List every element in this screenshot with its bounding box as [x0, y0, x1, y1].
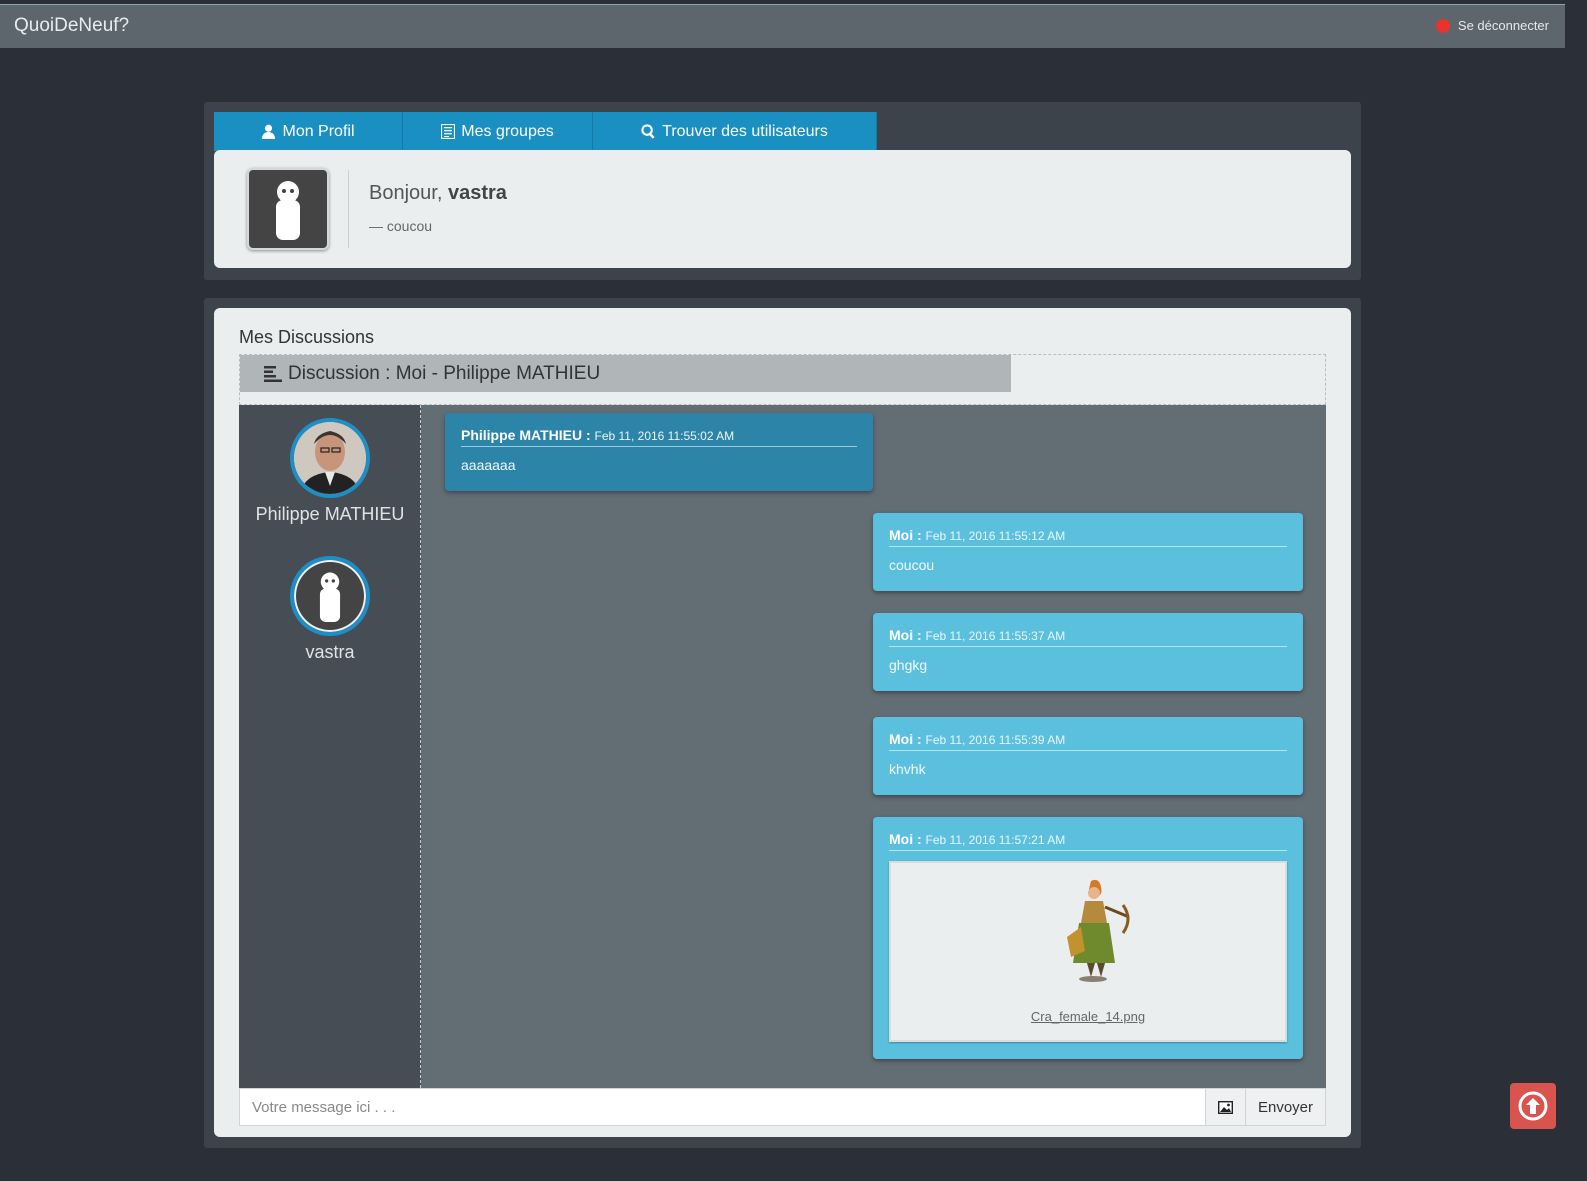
- username: vastra: [447, 182, 507, 204]
- message: Moi : Feb 11, 2016 11:55:37 AM ghgkg: [873, 613, 1303, 691]
- section-title: Mes Discussions: [239, 327, 375, 347]
- discussions-card: Mes Discussions Discussion : Moi - Phili…: [214, 308, 1351, 1137]
- tab-label: Trouver des utilisateurs: [662, 122, 828, 140]
- message-author: Moi :: [889, 731, 922, 747]
- message-input[interactable]: [240, 1089, 1205, 1125]
- divider: [348, 170, 349, 248]
- message-time: Feb 11, 2016 11:55:12 AM: [925, 529, 1066, 543]
- message: Moi : Feb 11, 2016 11:55:39 AM khvhk: [873, 717, 1303, 795]
- default-avatar-icon: [319, 572, 341, 622]
- message-header: Moi : Feb 11, 2016 11:55:12 AM: [889, 527, 1287, 547]
- member-vastra[interactable]: vastra: [239, 556, 421, 662]
- message-header: Philippe MATHIEU : Feb 11, 2016 11:55:02…: [461, 427, 857, 447]
- message-author: Moi :: [889, 831, 922, 847]
- message-text: ghgkg: [889, 657, 928, 673]
- message-with-attachment: Moi : Feb 11, 2016 11:57:21 AM Cra_femal…: [873, 817, 1303, 1059]
- member-philippe[interactable]: Philippe MATHIEU: [239, 418, 421, 524]
- send-button[interactable]: Envoyer: [1245, 1089, 1325, 1125]
- message-header: Moi : Feb 11, 2016 11:55:39 AM: [889, 731, 1287, 751]
- main-tabs: Mon Profil Mes groupes Trouver des utili…: [214, 112, 877, 151]
- message-text: khvhk: [889, 761, 926, 777]
- discussions-panel: Mes Discussions Discussion : Moi - Phili…: [204, 298, 1361, 1148]
- message-author: Moi :: [889, 627, 922, 643]
- discussion-header[interactable]: Discussion : Moi - Philippe MATHIEU: [240, 355, 1011, 392]
- message: Philippe MATHIEU : Feb 11, 2016 11:55:02…: [445, 413, 873, 491]
- tab-label: Mes groupes: [461, 122, 554, 140]
- greeting: Bonjour, vastra: [369, 182, 507, 205]
- member-name: vastra: [305, 642, 355, 662]
- default-avatar-icon: [276, 181, 300, 240]
- tab-label: Mon Profil: [282, 122, 355, 140]
- avatar: [290, 556, 370, 636]
- logout-dot-icon: [1435, 18, 1450, 33]
- arrow-up-circle-icon: [1518, 1091, 1548, 1121]
- greeting-prefix: Bonjour,: [369, 182, 448, 204]
- members-sidebar: Philippe MATHIEU vastra: [239, 405, 421, 1088]
- message-header: Moi : Feb 11, 2016 11:57:21 AM: [889, 831, 1287, 851]
- logout-link[interactable]: Se déconnecter: [1435, 18, 1549, 33]
- message-composer: Envoyer: [239, 1088, 1326, 1126]
- discussion-title: Discussion : Moi - Philippe MATHIEU: [288, 362, 601, 384]
- image-icon: [1218, 1100, 1233, 1114]
- message-time: Feb 11, 2016 11:55:37 AM: [925, 629, 1066, 643]
- profile-card: Bonjour, vastra — coucou: [214, 150, 1351, 268]
- message-time: Feb 11, 2016 11:55:02 AM: [594, 429, 735, 443]
- message-author: Moi :: [889, 527, 922, 543]
- avatar: [290, 418, 370, 498]
- profile-panel: Mon Profil Mes groupes Trouver des utili…: [204, 102, 1361, 280]
- discussion-header-area: Discussion : Moi - Philippe MATHIEU: [239, 354, 1326, 405]
- attachment-link[interactable]: Cra_female_14.png: [891, 1009, 1285, 1024]
- message-time: Feb 11, 2016 11:57:21 AM: [925, 833, 1066, 847]
- logout-label: Se déconnecter: [1457, 18, 1549, 33]
- message: Moi : Feb 11, 2016 11:55:12 AM coucou: [873, 513, 1303, 591]
- brand-logo[interactable]: QuoiDeNeuf?: [14, 15, 129, 37]
- person-photo-icon: [294, 422, 366, 494]
- list-icon: [441, 124, 456, 139]
- profile-avatar[interactable]: [247, 168, 329, 250]
- tab-trouver-utilisateurs[interactable]: Trouver des utilisateurs: [593, 112, 877, 151]
- message-header: Moi : Feb 11, 2016 11:55:37 AM: [889, 627, 1287, 647]
- message-text: coucou: [889, 557, 935, 573]
- top-navbar: QuoiDeNeuf? Se déconnecter: [0, 4, 1565, 48]
- chat-area: Philippe MATHIEU vastra Philippe MATHIEU…: [239, 405, 1326, 1088]
- message-text: aaaaaaa: [461, 457, 516, 473]
- user-icon: [262, 124, 276, 139]
- member-name: Philippe MATHIEU: [255, 504, 405, 524]
- message-time: Feb 11, 2016 11:55:39 AM: [925, 733, 1066, 747]
- scroll-to-top-button[interactable]: [1510, 1083, 1556, 1129]
- tab-mes-groupes[interactable]: Mes groupes: [403, 112, 593, 151]
- search-icon: [641, 124, 655, 139]
- user-status: — coucou: [369, 218, 433, 234]
- attach-image-button[interactable]: [1205, 1089, 1245, 1125]
- character-image-icon[interactable]: [1057, 877, 1133, 983]
- align-left-icon: [264, 365, 282, 382]
- tab-mon-profil[interactable]: Mon Profil: [214, 112, 403, 151]
- message-author: Philippe MATHIEU :: [461, 427, 591, 443]
- attachment-preview: Cra_female_14.png: [889, 861, 1287, 1042]
